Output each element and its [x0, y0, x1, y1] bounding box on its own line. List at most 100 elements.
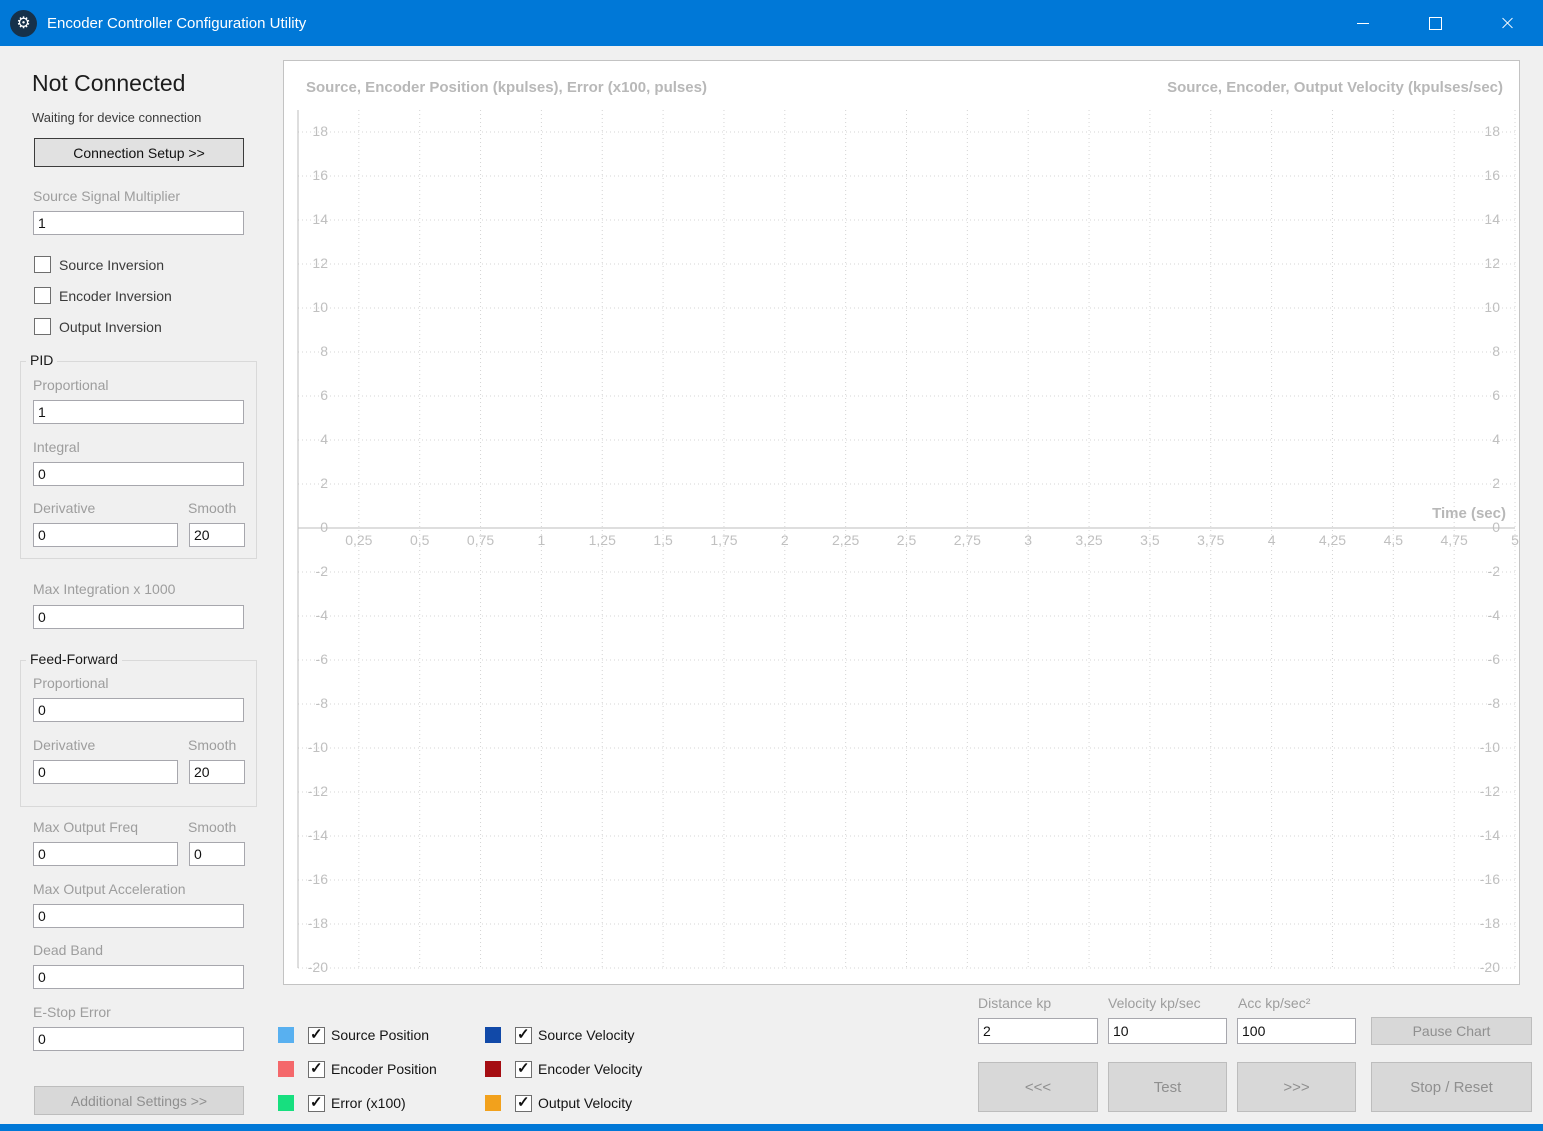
pid-derivative-label: Derivative: [33, 500, 96, 516]
y-axis-tick-left: 10: [312, 299, 328, 315]
y-axis-tick-left: 0: [320, 519, 328, 535]
x-axis-tick: 3,75: [1197, 532, 1225, 548]
y-axis-tick-right: -6: [1487, 651, 1500, 667]
legend-item-error: Error (x100): [278, 1093, 406, 1112]
x-axis-tick: 4: [1267, 532, 1276, 548]
x-axis-tick: 1,5: [653, 532, 673, 548]
y-axis-tick-left: 8: [320, 343, 328, 359]
y-axis-tick-right: -2: [1487, 563, 1500, 579]
source-position-checkbox[interactable]: [308, 1025, 325, 1044]
encoder-inversion-checkbox-row[interactable]: Encoder Inversion: [34, 287, 172, 304]
x-axis-tick: 1,75: [710, 532, 738, 548]
y-axis-tick-left: -4: [315, 607, 328, 623]
ff-smooth-input[interactable]: [189, 760, 245, 784]
velocity-label: Velocity kp/sec: [1108, 995, 1201, 1011]
x-axis-tick: 1: [537, 532, 546, 548]
source-signal-multiplier-input[interactable]: [33, 211, 244, 235]
source-velocity-checkbox[interactable]: [515, 1025, 532, 1044]
y-axis-tick-left: 2: [320, 475, 328, 491]
ff-proportional-label: Proportional: [33, 675, 109, 691]
ff-proportional-input[interactable]: [33, 698, 244, 722]
error-color-swatch: [278, 1095, 294, 1111]
y-axis-tick-left: -8: [315, 695, 328, 711]
max-output-acceleration-input[interactable]: [33, 904, 244, 928]
pid-integral-input[interactable]: [33, 462, 244, 486]
source-position-color-swatch: [278, 1027, 294, 1043]
acceleration-input[interactable]: [1237, 1018, 1356, 1044]
y-axis-tick-right: -8: [1487, 695, 1500, 711]
pid-derivative-input[interactable]: [33, 523, 178, 547]
minimize-button[interactable]: [1327, 0, 1399, 46]
max-output-freq-input[interactable]: [33, 842, 178, 866]
y-axis-tick-right: 4: [1492, 431, 1500, 447]
maximize-icon: [1428, 16, 1442, 30]
close-button[interactable]: [1471, 0, 1543, 46]
y-axis-tick-left: -12: [307, 783, 328, 799]
max-output-acceleration-label: Max Output Acceleration: [33, 881, 186, 897]
output-velocity-color-swatch: [485, 1095, 501, 1111]
y-axis-tick-left: -2: [315, 563, 328, 579]
output-velocity-checkbox[interactable]: [515, 1093, 532, 1112]
error-label: Error (x100): [331, 1095, 406, 1111]
y-axis-tick-left: -6: [315, 651, 328, 667]
test-button[interactable]: Test: [1108, 1062, 1227, 1112]
pid-smooth-label: Smooth: [188, 500, 237, 516]
dead-band-label: Dead Band: [33, 942, 104, 958]
jog-back-button[interactable]: <<<: [978, 1062, 1098, 1112]
encoder-velocity-label: Encoder Velocity: [538, 1061, 643, 1077]
additional-settings-button[interactable]: Additional Settings >>: [34, 1086, 244, 1115]
y-axis-tick-right: 2: [1492, 475, 1500, 491]
y-axis-tick-right: 8: [1492, 343, 1500, 359]
y-axis-tick-right: -20: [1479, 959, 1500, 975]
pid-smooth-input[interactable]: [189, 523, 245, 547]
max-integration-label: Max Integration x 1000: [33, 581, 176, 597]
encoder-position-color-swatch: [278, 1061, 294, 1077]
pause-chart-button[interactable]: Pause Chart: [1371, 1017, 1532, 1045]
connection-setup-button[interactable]: Connection Setup >>: [34, 138, 244, 167]
x-axis-tick: 5: [1511, 532, 1519, 548]
output-inversion-label: Output Inversion: [59, 318, 162, 335]
x-axis-tick: 0,25: [345, 532, 373, 548]
output-inversion-checkbox-row[interactable]: Output Inversion: [34, 318, 162, 335]
source-velocity-label: Source Velocity: [538, 1027, 635, 1043]
maximize-button[interactable]: [1399, 0, 1471, 46]
distance-label: Distance kp: [978, 995, 1052, 1011]
max-output-freq-smooth-input[interactable]: [189, 842, 245, 866]
feed-forward-group-title: Feed-Forward: [26, 651, 122, 667]
x-axis-tick: 3,5: [1140, 532, 1160, 548]
encoder-inversion-checkbox[interactable]: [34, 287, 51, 304]
source-inversion-checkbox[interactable]: [34, 256, 51, 273]
source-inversion-checkbox-row[interactable]: Source Inversion: [34, 256, 164, 273]
encoder-position-checkbox[interactable]: [308, 1059, 325, 1078]
ff-derivative-input[interactable]: [33, 760, 178, 784]
x-axis-tick: 4,25: [1318, 532, 1347, 548]
output-inversion-checkbox[interactable]: [34, 318, 51, 335]
error-checkbox[interactable]: [308, 1093, 325, 1112]
x-axis-tick: 2,5: [896, 532, 917, 548]
max-integration-input[interactable]: [33, 605, 244, 629]
pid-proportional-input[interactable]: [33, 400, 244, 424]
velocity-input[interactable]: [1108, 1018, 1227, 1044]
dead-band-input[interactable]: [33, 965, 244, 989]
y-axis-tick-right: 16: [1484, 167, 1500, 183]
y-axis-tick-left: -20: [307, 959, 328, 975]
x-axis-tick: 2,75: [953, 532, 981, 548]
gear-glyph: ⚙: [16, 15, 31, 32]
stop-reset-button[interactable]: Stop / Reset: [1371, 1062, 1532, 1112]
distance-input[interactable]: [978, 1018, 1098, 1044]
legend-item-source-position: Source Position: [278, 1025, 429, 1044]
x-axis-tick: 3,25: [1075, 532, 1103, 548]
estop-error-input[interactable]: [33, 1027, 244, 1051]
x-axis-tick: 3: [1024, 532, 1033, 548]
max-output-freq-label: Max Output Freq: [33, 819, 139, 835]
pid-integral-label: Integral: [33, 439, 80, 455]
encoder-velocity-checkbox[interactable]: [515, 1059, 532, 1078]
y-axis-tick-right: 12: [1484, 255, 1500, 271]
x-axis-tick: 0,75: [466, 532, 495, 548]
jog-forward-button[interactable]: >>>: [1237, 1062, 1356, 1112]
window-title: Encoder Controller Configuration Utility: [47, 14, 307, 32]
x-axis-tick: 4,75: [1440, 532, 1468, 548]
connection-status-subtitle: Waiting for device connection: [32, 110, 202, 125]
encoder-inversion-label: Encoder Inversion: [59, 287, 172, 304]
y-axis-tick-right: 14: [1484, 211, 1500, 227]
